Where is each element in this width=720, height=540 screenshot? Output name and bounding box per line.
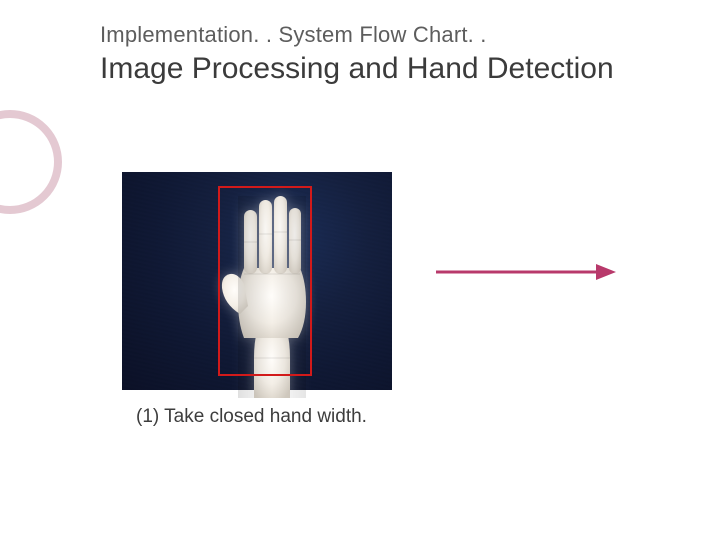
breadcrumb: Implementation. . System Flow Chart. . — [100, 22, 487, 48]
arrow-right-icon — [436, 258, 616, 286]
decorative-ring — [0, 110, 62, 214]
page-title: Image Processing and Hand Detection — [100, 52, 614, 86]
figure-caption: (1) Take closed hand width. — [136, 406, 367, 428]
hand-photo-figure — [122, 172, 392, 390]
slide: Implementation. . System Flow Chart. . I… — [0, 0, 720, 540]
detection-bounding-box — [218, 186, 312, 376]
